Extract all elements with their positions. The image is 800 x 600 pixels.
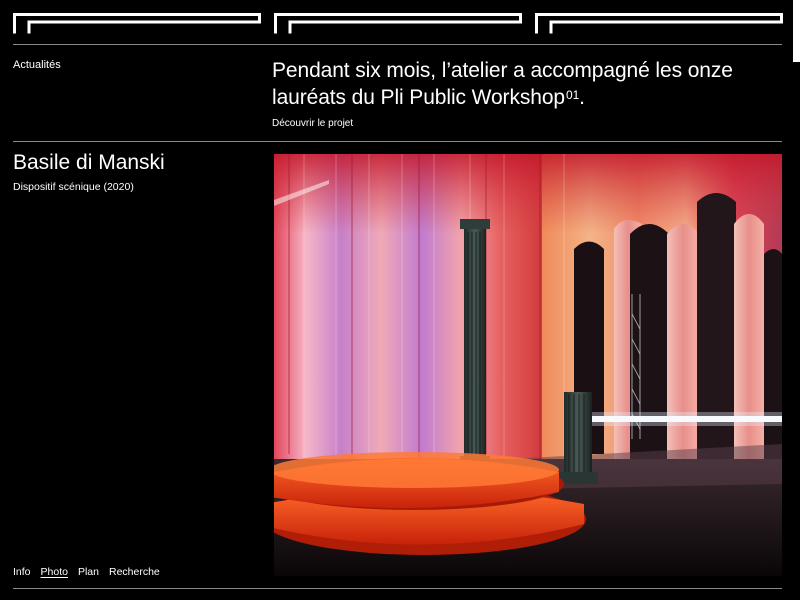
bottom-nav: Info Photo Plan Recherche [13,566,160,579]
discover-project-link[interactable]: Découvrir le projet [272,117,353,130]
divider [13,588,782,589]
site-logo[interactable] [13,13,783,35]
nav-photo[interactable]: Photo [41,566,68,579]
artist-name: Basile di Manski [13,151,165,174]
headline-text: Pendant six mois, l’atelier a accompagné… [272,59,733,109]
nav-info[interactable]: Info [13,566,31,579]
headline-end: . [579,86,585,109]
headline-superscript: 01 [566,88,580,102]
scrollbar-thumb[interactable] [793,0,800,62]
work-title: Dispositif scénique (2020) [13,181,134,193]
divider [13,44,782,45]
divider [13,141,782,142]
nav-recherche[interactable]: Recherche [109,566,160,579]
news-headline[interactable]: Pendant six mois, l’atelier a accompagné… [272,57,772,111]
news-section-link[interactable]: Actualités [13,58,61,72]
project-photo[interactable] [274,154,782,576]
nav-plan[interactable]: Plan [78,566,99,579]
